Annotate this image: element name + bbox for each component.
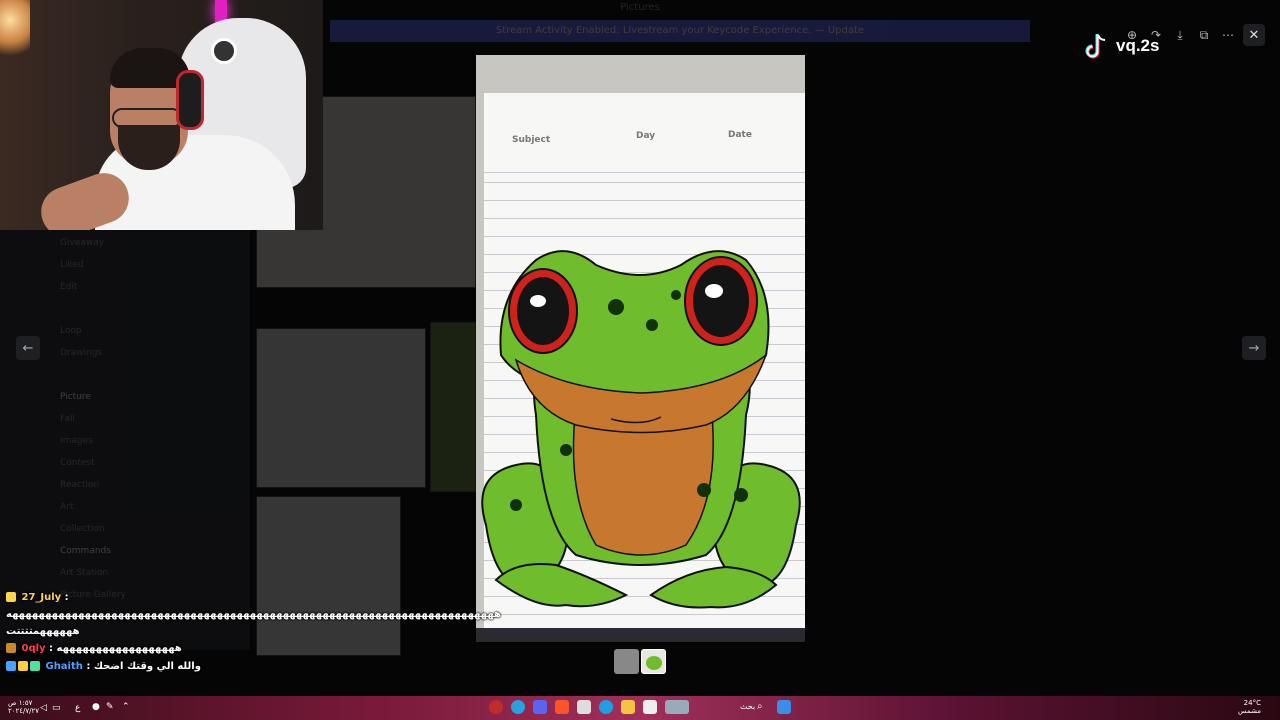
lamp (0, 0, 30, 60)
channel-item[interactable]: Art (60, 502, 73, 512)
webcam-overlay (0, 0, 323, 230)
app-icon[interactable] (489, 700, 503, 714)
sub-badge-icon (30, 661, 40, 671)
zoom-in-icon[interactable]: ⊕ (1121, 25, 1143, 45)
x-badge-icon (6, 661, 16, 671)
thumbnail[interactable] (614, 649, 639, 674)
channel-item[interactable]: Contest (60, 458, 95, 468)
volume-icon[interactable]: ◁ (40, 703, 47, 713)
channel-item[interactable]: Images (60, 436, 93, 446)
network-icon[interactable]: ▭ (52, 703, 61, 713)
search-icon[interactable]: ⌕ (757, 701, 763, 712)
chat-message-text: ههههههههههههههههههه (56, 643, 182, 654)
chat-message-text: هههههههههههههههههههههههههههههههههههههههه… (6, 609, 502, 620)
chat-message: Ghaith : والله الي وقتك اضحك (6, 661, 201, 672)
widgets-icon[interactable] (665, 700, 689, 714)
background-image (256, 496, 401, 656)
frog-drawing (481, 250, 801, 609)
app-icon[interactable] (577, 700, 591, 714)
clock-date: ٢٠٢٤/٧/٢٧ (8, 707, 40, 715)
more-icon[interactable]: ⋯ (1217, 25, 1239, 45)
channel-item[interactable]: Collection (60, 524, 105, 534)
mic-icon[interactable]: ● (92, 702, 100, 712)
channel-sidebar: Giveaway Liked Edit Loop Drawings Pictur… (0, 230, 250, 650)
mod-badge-icon (6, 643, 16, 653)
channel-item[interactable]: Art Station (60, 568, 108, 578)
arrow-right-icon[interactable]: → (1242, 336, 1266, 360)
chat-message-text: والله الي وقتك اضحك (93, 661, 201, 672)
arrow-left-icon[interactable]: ← (16, 336, 40, 360)
chat-username: 27_July (21, 592, 62, 603)
chat-message: 27_July : (6, 592, 69, 603)
chat-message-text: ههههههمتتتتت (6, 626, 80, 637)
channel-item[interactable]: Edit (60, 282, 77, 292)
language-indicator[interactable]: ع (75, 703, 80, 713)
open-external-icon[interactable]: ⧉ (1193, 25, 1215, 45)
channel-item[interactable]: Picture Gallery (60, 590, 126, 600)
channel-item[interactable]: Liked (60, 260, 84, 270)
close-icon[interactable]: ✕ (1243, 24, 1265, 46)
weather-widget[interactable]: 24°C مشمس (1238, 699, 1261, 715)
background-image (430, 322, 476, 492)
chat-message: 0qly : ههههههههههههههههههه (6, 643, 182, 654)
channel-item[interactable]: Reaction (60, 480, 99, 490)
update-banner[interactable]: Stream Activity Enabled: Livestream your… (330, 20, 1030, 42)
thumbnail-selected[interactable] (641, 649, 666, 674)
channel-item[interactable]: Fall (60, 414, 75, 424)
clock[interactable]: ١:٥٧ ص ٢٠٢٤/٧/٢٧ (8, 699, 39, 715)
pen-icon[interactable]: ✎ (106, 702, 114, 712)
channel-item[interactable]: Giveaway (60, 238, 104, 248)
folder-icon[interactable] (621, 700, 635, 714)
clock-time: ١:٥٧ ص (8, 699, 33, 707)
chat-username: Ghaith (45, 661, 83, 672)
discord-icon[interactable] (533, 700, 547, 714)
windows-start-icon[interactable] (777, 700, 791, 714)
chat-username: 0qly (21, 643, 46, 654)
headset (176, 70, 204, 130)
window-title: Pictures (620, 2, 660, 13)
screen: Pictures Stream Activity Enabled: Livest… (0, 0, 1280, 720)
one-badge-icon (18, 661, 28, 671)
share-icon[interactable]: ↷ (1145, 25, 1167, 45)
chair-logo (211, 38, 237, 64)
brave-icon[interactable] (555, 700, 569, 714)
background-image (256, 328, 426, 488)
viewer-toolbar: ⊕ ↷ ⤓ ⧉ ⋯ (1121, 25, 1239, 45)
weather-desc: مشمس (1238, 707, 1261, 715)
edge-icon[interactable] (599, 700, 613, 714)
channel-item[interactable]: Commands (60, 546, 111, 556)
glasses (112, 108, 182, 128)
weather-temp: 24°C (1243, 699, 1261, 707)
taskbar: ١:٥٧ ص ٢٠٢٤/٧/٢٧ ◁ ▭ ع ● ✎ ⌃ بحث ⌕ 24°C … (0, 696, 1280, 720)
download-icon[interactable]: ⤓ (1169, 25, 1191, 45)
telegram-icon[interactable] (511, 700, 525, 714)
chevron-up-icon[interactable]: ⌃ (122, 702, 130, 712)
search-label[interactable]: بحث (740, 702, 755, 711)
tiktok-logo-icon (1085, 34, 1106, 59)
thumbnail-strip (614, 649, 666, 674)
photo-edge (476, 628, 805, 642)
crown-badge-icon (6, 592, 16, 602)
channel-item[interactable]: Drawings (60, 348, 102, 358)
viewer-image[interactable]: Subject Day Date (476, 55, 805, 642)
app-icon[interactable] (643, 700, 657, 714)
channel-item[interactable]: Picture (60, 392, 91, 402)
channel-item[interactable]: Loop (60, 326, 82, 336)
thumbnail-frog (646, 656, 662, 670)
